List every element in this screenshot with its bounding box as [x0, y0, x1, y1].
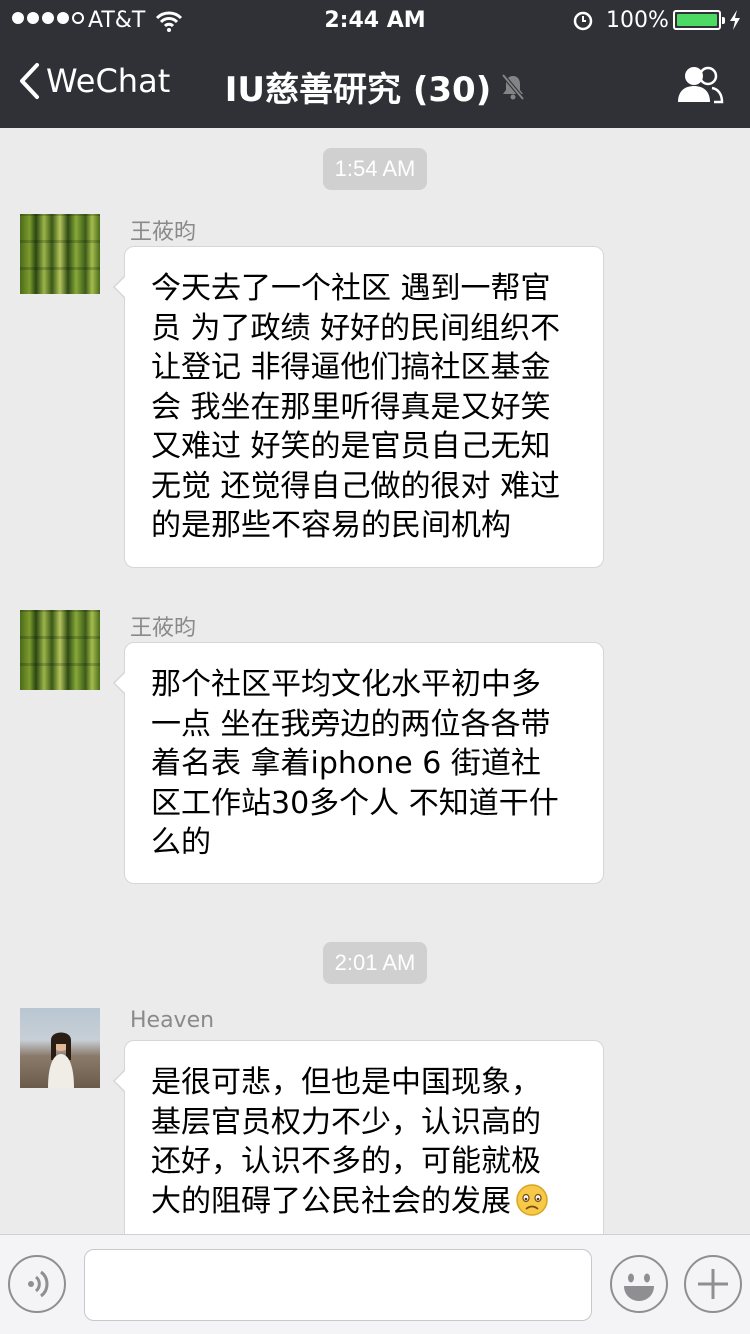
chat-area[interactable]: 1:54 AM 王莜昀 今天去了一个社区 遇到一帮官 员 为了政绩 好好的民间组… [0, 128, 750, 1234]
message-line: 又难过 好笑的是官员自己无知 [151, 429, 551, 464]
message-bubble[interactable]: 那个社区平均文化水平初中多 一点 坐在我旁边的两位各各带 着名表 拿着iphon… [113, 642, 604, 884]
chat-title-group: IU慈善研究 (30) [0, 62, 750, 111]
avatar[interactable] [20, 214, 100, 294]
message-line: 基层官员权力不少，认识高的 [151, 1104, 541, 1140]
message-item: 王莜昀 那个社区平均文化水平初中多 一点 坐在我旁边的两位各各带 着名表 拿着i… [20, 610, 720, 890]
message-line: 那个社区平均文化水平初中多 [151, 667, 541, 702]
sender-name: Heaven [130, 1008, 215, 1033]
mute-icon [501, 73, 525, 100]
voice-button[interactable] [8, 1255, 66, 1313]
emoji-button[interactable] [610, 1255, 668, 1313]
timestamp: 1:54 AM [0, 148, 750, 190]
sender-name: 王莜昀 [130, 220, 197, 245]
message-line: 区工作站30多个人 不知道干什 [151, 785, 559, 821]
message-line: 还好，认识不多的，可能就极 [151, 1144, 541, 1179]
plus-button[interactable] [684, 1255, 742, 1313]
message-line: 的是那些不容易的民间机构 [151, 508, 511, 543]
message-item: 王莜昀 今天去了一个社区 遇到一帮官 员 为了政绩 好好的民间组织不 让登记 非… [20, 214, 720, 574]
message-line: 让登记 非得逼他们搞社区基金 [151, 350, 551, 385]
plus-icon [698, 1269, 728, 1299]
avatar[interactable] [20, 610, 100, 690]
message-bubble[interactable]: 是很可悲，但也是中国现象， 基层官员权力不少，认识高的 还好，认识不多的，可能就… [113, 1040, 604, 1234]
message-line: 着名表 拿着iphone 6 街道社 [151, 746, 541, 781]
input-bar [0, 1234, 750, 1334]
sender-name: 王莜昀 [130, 616, 197, 641]
chat-title: IU慈善研究 (30) [224, 70, 492, 110]
message-line: 今天去了一个社区 遇到一帮官 [151, 271, 551, 306]
message-line: 员 为了政绩 好好的民间组织不 [151, 310, 561, 346]
message-line: 无觉 还觉得自己做的很对 难过 [151, 468, 561, 504]
timestamp-label: 1:54 AM [322, 148, 428, 190]
message-line: 是很可悲，但也是中国现象， [151, 1065, 541, 1100]
nav-bar: WeChat IU慈善研究 (30) [0, 40, 750, 128]
message-line: 么的 [151, 825, 211, 860]
battery-percent: 100% [606, 8, 669, 33]
message-line: 会 我坐在那里听得真是又好笑 [151, 389, 551, 425]
message-input[interactable] [84, 1249, 592, 1321]
message-line: 一点 坐在我旁边的两位各各带 [151, 706, 551, 742]
message-item: Heaven 是很可悲，但也是中国现象， 基层官员权力不少，认识高的 还好，认识… [20, 1008, 720, 1234]
avatar-person [48, 1032, 74, 1088]
alarm-icon [573, 11, 593, 31]
group-members-icon[interactable] [676, 64, 724, 104]
message-line: 大的阻碍了公民社会的发展 [151, 1182, 579, 1222]
battery-indicator [673, 10, 725, 30]
charging-icon [730, 10, 740, 30]
status-bar: AT&T 2:44 AM 100% [0, 0, 750, 40]
message-line-text: 大的阻碍了公民社会的发展 [151, 1183, 511, 1219]
top-bar: AT&T 2:44 AM 100% WeChat IU慈善研究 (30) [0, 0, 750, 128]
avatar[interactable] [20, 1008, 100, 1088]
battery-fill [677, 14, 717, 26]
timestamp-label: 2:01 AM [322, 942, 428, 984]
message-bubble[interactable]: 今天去了一个社区 遇到一帮官 员 为了政绩 好好的民间组织不 让登记 非得逼他们… [113, 246, 604, 568]
timestamp: 2:01 AM [0, 942, 750, 984]
voice-icon [28, 1270, 49, 1298]
sad-emoji-icon [516, 1183, 548, 1216]
emoji-icon [624, 1273, 654, 1301]
